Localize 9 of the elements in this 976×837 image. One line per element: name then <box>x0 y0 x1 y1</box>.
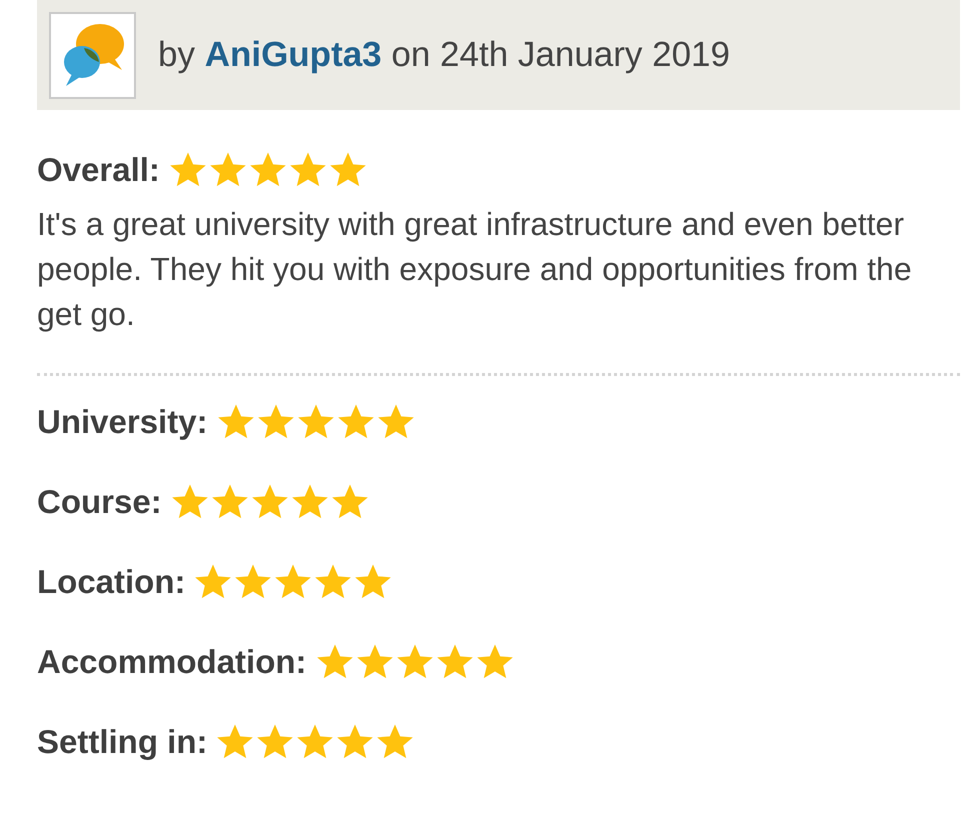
review-text: It's a great university with great infrastructure and even better people. They hit you with exposure and opportunities from the get go. <box>37 205 913 334</box>
rating-label: Accommodation: <box>37 643 307 681</box>
review-byline: by AniGupta3 on 24th January 2019 <box>158 35 730 75</box>
rating-label: Course: <box>37 483 162 521</box>
rating-label: University: <box>37 403 208 441</box>
author-link[interactable]: AniGupta3 <box>204 35 382 74</box>
rating-label: Settling in: <box>37 723 208 761</box>
rating-label: Overall: <box>37 151 160 189</box>
rating-label: Location: <box>37 563 186 601</box>
